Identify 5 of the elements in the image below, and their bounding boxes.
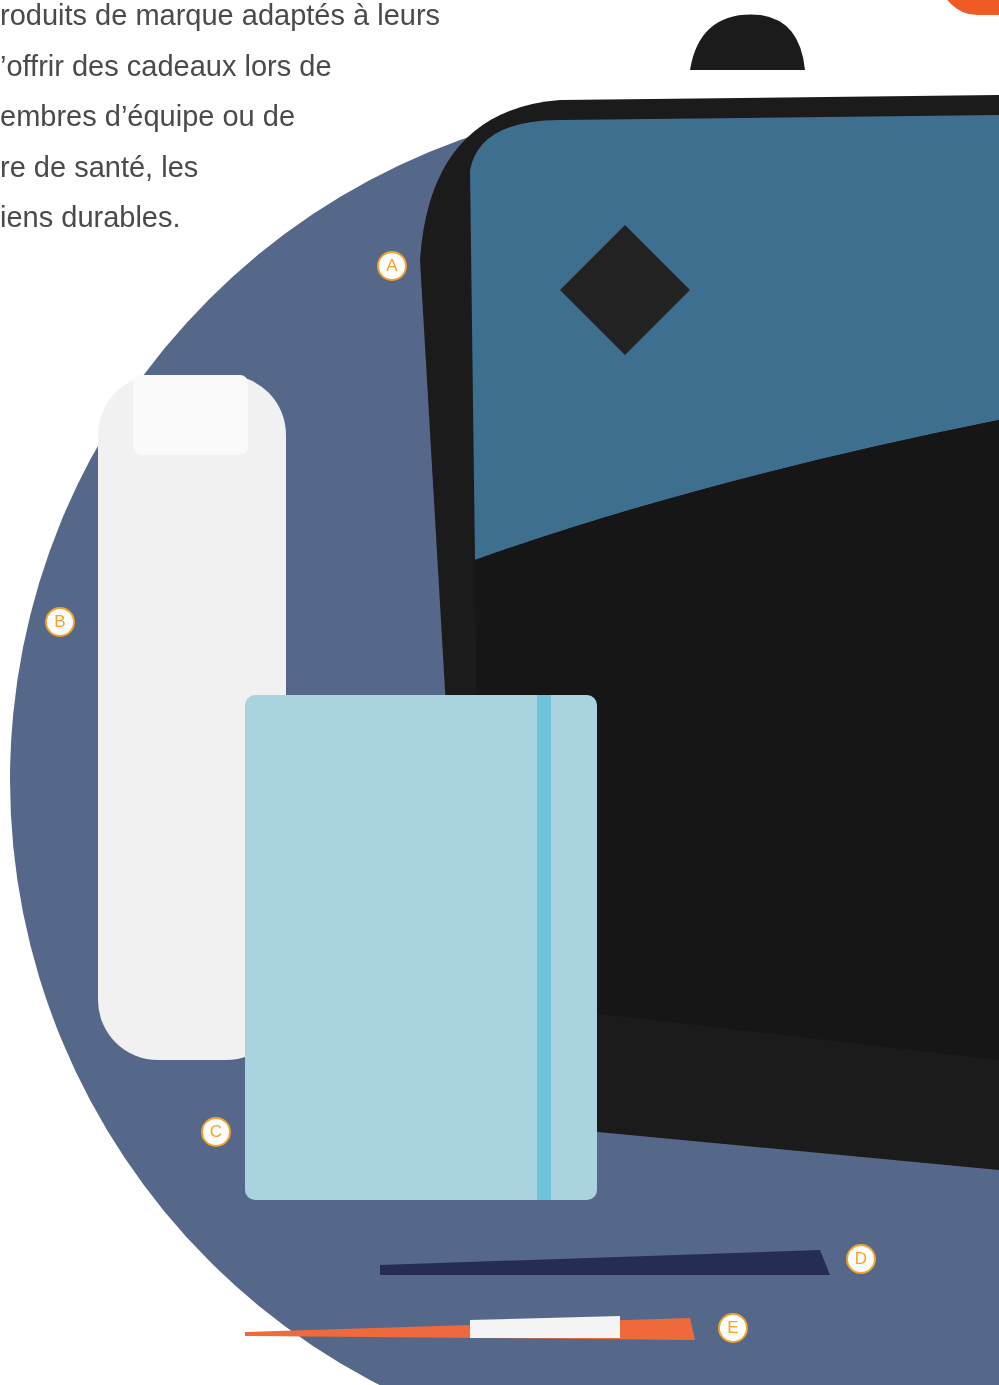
paragraph-line: ’offrir des cadeaux lors de xyxy=(0,48,333,84)
paragraph-line: iens durables. xyxy=(0,200,182,235)
paragraph-line: roduits de marque adaptés à leurs xyxy=(0,0,441,33)
paragraph-line: re de santé, les xyxy=(0,149,200,185)
paragraph-line: embres d’équipe ou de xyxy=(0,99,297,134)
